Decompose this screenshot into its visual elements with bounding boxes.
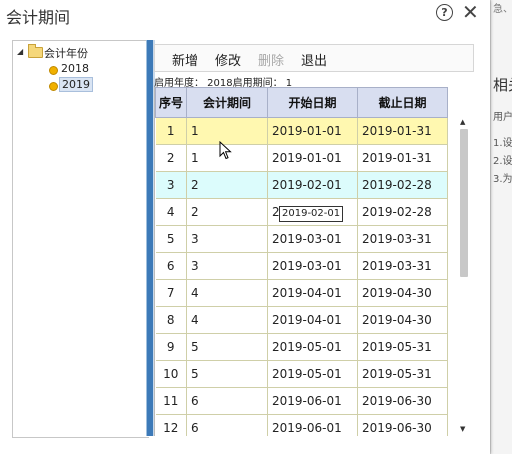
exit-button[interactable]: 退出: [301, 50, 327, 69]
tree-node-root[interactable]: ◢ 会计年份: [13, 41, 143, 61]
cell-end-date[interactable]: 2019-01-31: [357, 117, 448, 145]
table-row[interactable]: 1 1 2019-01-01 2019-01-31: [155, 117, 448, 145]
cell-seq[interactable]: 1: [155, 117, 187, 145]
background-item: 3.为: [493, 174, 512, 185]
period-table: 序号 会计期间 开始日期 截止日期 1 1 2019-01-01 2019-01-31…: [155, 87, 448, 436]
cell-seq[interactable]: 11: [155, 387, 187, 415]
close-icon[interactable]: ✕: [462, 1, 479, 23]
cell-start-date[interactable]: 2019-03-01: [267, 225, 358, 253]
table-row[interactable]: 2 1 2019-01-01 2019-01-31: [155, 144, 448, 172]
background-text-top: 急、寺: [493, 4, 512, 15]
background-text-user: 用户: [493, 112, 512, 123]
cell-end-date[interactable]: 2019-05-31: [357, 333, 448, 361]
cell-start-date[interactable]: 2019-06-01: [267, 414, 358, 436]
column-header-start-date[interactable]: 开始日期: [267, 87, 358, 118]
table-row[interactable]: 10 5 2019-05-01 2019-05-31: [155, 360, 448, 388]
background-window: 急、寺 相关 用户 1.设 2.设 3.为: [490, 0, 512, 454]
delete-button[interactable]: 删除: [258, 50, 284, 69]
cell-period[interactable]: 5: [186, 333, 268, 361]
toolbar: 新增 修改 删除 退出: [154, 44, 474, 72]
cell-end-date[interactable]: 2019-02-28: [357, 198, 448, 226]
year-node-icon: [49, 66, 58, 75]
table-row[interactable]: 3 2 2019-02-01 2019-02-28: [155, 171, 448, 199]
vertical-scrollbar[interactable]: ▲ ▼: [457, 115, 471, 436]
edit-button[interactable]: 修改: [215, 50, 241, 69]
cell-start-date[interactable]: 2019-05-01: [267, 360, 358, 388]
table-row[interactable]: 12 6 2019-06-01 2019-06-30: [155, 414, 448, 436]
cell-seq[interactable]: 9: [155, 333, 187, 361]
cell-end-date[interactable]: 2019-04-30: [357, 306, 448, 334]
period-grid: 序号 会计期间 开始日期 截止日期 1 1 2019-01-01 2019-01-31…: [154, 87, 451, 436]
tree-root-label: 会计年份: [44, 47, 88, 60]
tree-year-label-selected: 2019: [59, 77, 93, 92]
cell-tooltip: 2019-02-01: [279, 206, 344, 222]
cell-start-date[interactable]: 2019-01-01: [267, 144, 358, 172]
cell-seq[interactable]: 3: [155, 171, 187, 199]
cell-period[interactable]: 2: [186, 171, 268, 199]
tree-node-year[interactable]: 2018: [13, 61, 143, 77]
cell-seq[interactable]: 2: [155, 144, 187, 172]
cell-end-date[interactable]: 2019-03-31: [357, 225, 448, 253]
mouse-cursor-icon: [219, 141, 232, 160]
accounting-period-dialog: 会计期间 ? ✕ ◢ 会计年份 2018 2019 新增 修改 删除 退出 启用…: [0, 0, 490, 454]
help-icon[interactable]: ?: [436, 4, 453, 21]
cell-end-date[interactable]: 2019-06-30: [357, 387, 448, 415]
cell-start-date[interactable]: 2019-05-01: [267, 333, 358, 361]
cell-seq[interactable]: 5: [155, 225, 187, 253]
cell-seq[interactable]: 4: [155, 198, 187, 226]
scrollbar-thumb[interactable]: [460, 129, 468, 277]
cell-seq[interactable]: 6: [155, 252, 187, 280]
table-row[interactable]: 9 5 2019-05-01 2019-05-31: [155, 333, 448, 361]
cell-period[interactable]: 6: [186, 387, 268, 415]
year-tree: ◢ 会计年份 2018 2019: [12, 40, 149, 438]
table-row[interactable]: 7 4 2019-04-01 2019-04-30: [155, 279, 448, 307]
background-item: 1.设: [493, 138, 512, 149]
cell-start-date[interactable]: 2019-03-01: [267, 252, 358, 280]
column-header-seq[interactable]: 序号: [155, 87, 187, 118]
background-item: 2.设: [493, 156, 512, 167]
column-header-period[interactable]: 会计期间: [186, 87, 268, 118]
table-body: 1 1 2019-01-01 2019-01-31 2 1 2019-01-01 2019-0…: [155, 117, 448, 436]
cell-period[interactable]: 3: [186, 252, 268, 280]
cell-start-date[interactable]: 2019-06-01: [267, 387, 358, 415]
column-header-end-date[interactable]: 截止日期: [357, 87, 448, 118]
scroll-down-icon[interactable]: ▼: [460, 425, 465, 433]
cell-period[interactable]: 4: [186, 306, 268, 334]
tree-year-label: 2018: [61, 62, 89, 75]
cell-end-date[interactable]: 2019-06-30: [357, 414, 448, 436]
cell-period[interactable]: 2: [186, 198, 268, 226]
cell-end-date[interactable]: 2019-03-31: [357, 252, 448, 280]
year-node-icon: [49, 82, 58, 91]
cell-end-date[interactable]: 2019-02-28: [357, 171, 448, 199]
cell-start-date[interactable]: 2019-04-01: [267, 306, 358, 334]
cell-seq[interactable]: 8: [155, 306, 187, 334]
cell-period[interactable]: 4: [186, 279, 268, 307]
cell-seq[interactable]: 10: [155, 360, 187, 388]
cell-end-date[interactable]: 2019-04-30: [357, 279, 448, 307]
cell-seq[interactable]: 7: [155, 279, 187, 307]
folder-icon: [28, 44, 43, 58]
tree-node-year[interactable]: 2019: [13, 77, 143, 93]
cell-start-date[interactable]: 2019-02-01: [267, 171, 358, 199]
cell-start-date[interactable]: 2019-04-01: [267, 279, 358, 307]
table-row[interactable]: 6 3 2019-03-01 2019-03-31: [155, 252, 448, 280]
cell-end-date[interactable]: 2019-01-31: [357, 144, 448, 172]
scroll-up-icon[interactable]: ▲: [460, 118, 465, 126]
cell-period[interactable]: 6: [186, 414, 268, 436]
table-row[interactable]: 5 3 2019-03-01 2019-03-31: [155, 225, 448, 253]
cell-end-date[interactable]: 2019-05-31: [357, 360, 448, 388]
background-heading: 相关: [493, 76, 512, 94]
table-row[interactable]: 11 6 2019-06-01 2019-06-30: [155, 387, 448, 415]
collapse-icon[interactable]: ◢: [17, 47, 23, 56]
cell-seq[interactable]: 12: [155, 414, 187, 436]
table-header-row: 序号 会计期间 开始日期 截止日期: [155, 87, 448, 118]
dialog-title: 会计期间: [6, 8, 71, 27]
add-button[interactable]: 新增: [172, 50, 198, 69]
cell-period[interactable]: 3: [186, 225, 268, 253]
cell-period[interactable]: 5: [186, 360, 268, 388]
cell-start-date[interactable]: 2019-01-01: [267, 117, 358, 145]
table-row[interactable]: 8 4 2019-04-01 2019-04-30: [155, 306, 448, 334]
